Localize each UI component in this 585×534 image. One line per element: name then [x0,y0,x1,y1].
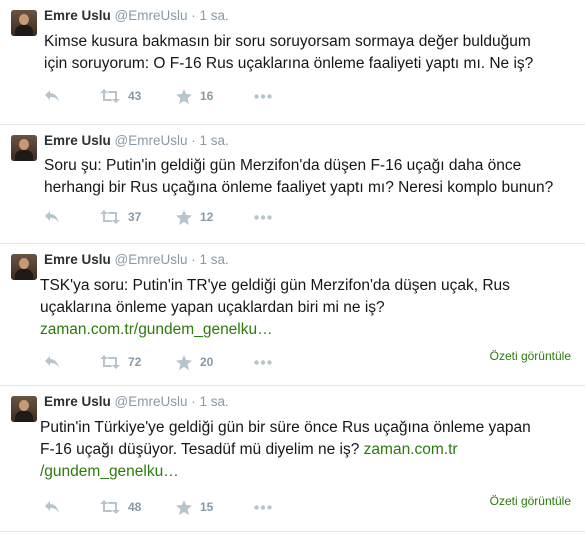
more-icon [254,359,272,365]
favorite-count: 20 [200,355,214,369]
favorite-count: 16 [200,89,214,103]
retweet-icon [100,355,120,369]
retweet-button[interactable]: 43 [100,86,141,106]
more-icon [254,504,272,510]
retweet-count: 72 [128,355,142,369]
avatar[interactable] [11,254,37,280]
user-handle[interactable]: @EmreUslu [115,8,188,23]
user-name[interactable]: Emre Uslu [44,394,111,409]
more-button[interactable] [254,352,272,372]
tweet-body: TSK'ya soru: Putin'in TR'ye geldiği gün … [40,277,510,316]
avatar[interactable] [11,10,37,36]
avatar[interactable] [11,135,37,161]
retweet-count: 48 [128,500,142,514]
retweet-count: 43 [128,89,142,103]
more-button[interactable] [254,207,272,227]
user-handle[interactable]: @EmreUslu [115,133,188,148]
tweet-header: Emre Uslu @EmreUslu · 1 sa. [44,393,229,411]
timestamp[interactable]: · 1 sa. [191,252,229,267]
star-icon [176,354,192,370]
timestamp[interactable]: · 1 sa. [191,394,229,409]
star-icon [176,499,192,515]
favorite-button[interactable]: 15 [176,497,213,517]
tweet-1[interactable]: Emre Uslu @EmreUslu · 1 sa. Kimse kusura… [0,0,585,125]
reply-icon [45,90,59,102]
more-icon [254,214,272,220]
favorite-button[interactable]: 20 [176,352,213,372]
retweet-button[interactable]: 48 [100,497,141,517]
retweet-button[interactable]: 72 [100,352,141,372]
retweet-button[interactable]: 37 [100,207,141,227]
more-button[interactable] [254,497,272,517]
timestamp[interactable]: · 1 sa. [191,8,229,23]
reply-button[interactable] [44,207,60,227]
favorite-button[interactable]: 12 [176,207,213,227]
tweet-text: Soru şu: Putin'in geldiği gün Merzifon'd… [44,155,579,199]
user-handle[interactable]: @EmreUslu [115,252,188,267]
user-name[interactable]: Emre Uslu [44,133,111,148]
user-handle[interactable]: @EmreUslu [115,394,188,409]
tweet-header: Emre Uslu @EmreUslu · 1 sa. [44,7,229,25]
favorite-count: 12 [200,210,214,224]
favorite-button[interactable]: 16 [176,86,213,106]
tweet-text: Putin'in Türkiye'ye geldiği gün bir süre… [40,417,545,483]
tweet-2[interactable]: Emre Uslu @EmreUslu · 1 sa. Soru şu: Put… [0,125,585,244]
tweet-header: Emre Uslu @EmreUslu · 1 sa. [44,132,229,150]
reply-button[interactable] [44,86,60,106]
tweet-3[interactable]: Emre Uslu @EmreUslu · 1 sa. TSK'ya soru:… [0,244,585,386]
star-icon [176,209,192,225]
tweet-text: TSK'ya soru: Putin'in TR'ye geldiği gün … [40,275,540,341]
favorite-count: 15 [200,500,214,514]
retweet-icon [100,89,120,103]
reply-icon [45,356,59,368]
tweet-text: Kimse kusura bakmasın bir soru soruyorsa… [44,31,544,75]
reply-icon [45,211,59,223]
tweet-body: Kimse kusura bakmasın bir soru soruyorsa… [44,33,534,72]
user-name[interactable]: Emre Uslu [44,8,111,23]
star-icon [176,88,192,104]
timestamp[interactable]: · 1 sa. [191,133,229,148]
avatar[interactable] [11,396,37,422]
tweet-link[interactable]: zaman.com.tr/gundem_genelku… [40,321,273,338]
view-summary-link[interactable]: Özeti görüntüle [490,494,571,508]
view-summary-link[interactable]: Özeti görüntüle [490,349,571,363]
more-icon [254,93,272,99]
reply-button[interactable] [44,352,60,372]
tweet-body: Soru şu: Putin'in geldiği gün Merzifon'd… [44,157,554,196]
reply-icon [45,501,59,513]
reply-button[interactable] [44,497,60,517]
retweet-icon [100,500,120,514]
tweet-header: Emre Uslu @EmreUslu · 1 sa. [44,251,229,269]
more-button[interactable] [254,86,272,106]
tweet-4[interactable]: Emre Uslu @EmreUslu · 1 sa. Putin'in Tür… [0,386,585,532]
retweet-icon [100,210,120,224]
user-name[interactable]: Emre Uslu [44,252,111,267]
retweet-count: 37 [128,210,142,224]
